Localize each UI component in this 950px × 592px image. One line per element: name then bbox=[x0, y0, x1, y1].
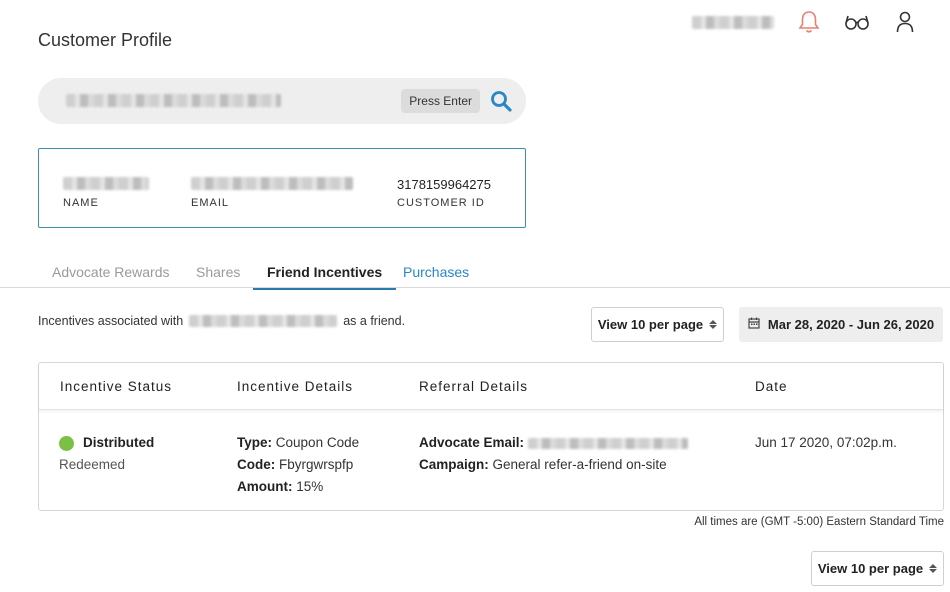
date-range-picker[interactable]: Mar 28, 2020 - Jun 26, 2020 bbox=[739, 307, 943, 342]
customer-id-field: 3178159964275 CUSTOMER ID bbox=[397, 177, 491, 209]
advocate-email-label: Advocate Email: bbox=[419, 435, 525, 450]
date-cell: Jun 17 2020, 07:02p.m. bbox=[755, 435, 897, 450]
incentives-table: Incentive Status Incentive Details Refer… bbox=[38, 362, 944, 511]
tab-friend-incentives[interactable]: Friend Incentives bbox=[253, 264, 397, 290]
timezone-note: All times are (GMT -5:00) Eastern Standa… bbox=[694, 516, 944, 528]
incentive-details-cell: Type: Coupon Code Code: Fbyrgwrspfp Amou… bbox=[237, 432, 359, 498]
friend-email-redacted bbox=[189, 315, 338, 327]
customer-profile-card: NAME EMAIL 3178159964275 CUSTOMER ID bbox=[38, 148, 526, 228]
status-cell: Distributed Redeemed bbox=[59, 432, 154, 476]
sort-arrows-icon bbox=[709, 320, 718, 329]
amount-value: 15% bbox=[296, 479, 324, 494]
header-incentive-status: Incentive Status bbox=[60, 379, 173, 394]
incentives-description: Incentives associated with as a friend. bbox=[38, 314, 405, 328]
per-page-label-bottom: View 10 per page bbox=[817, 561, 924, 576]
status-dot-icon bbox=[59, 435, 74, 451]
advocate-email-redacted bbox=[528, 437, 689, 449]
name-field: NAME bbox=[63, 177, 149, 209]
glasses-icon[interactable] bbox=[844, 9, 870, 35]
bell-icon[interactable] bbox=[796, 9, 822, 35]
customer-id-label: CUSTOMER ID bbox=[397, 197, 485, 209]
top-bar bbox=[692, 8, 918, 36]
header-referral-details: Referral Details bbox=[419, 379, 529, 394]
per-page-label: View 10 per page bbox=[597, 317, 704, 332]
search-icon[interactable] bbox=[490, 90, 512, 112]
code-label: Code: bbox=[237, 457, 276, 472]
incentives-prefix: Incentives associated with bbox=[38, 314, 184, 328]
sub-status-value: Redeemed bbox=[59, 457, 126, 472]
name-label: NAME bbox=[63, 197, 99, 209]
page-title: Customer Profile bbox=[38, 30, 173, 50]
per-page-select-bottom[interactable]: View 10 per page bbox=[811, 551, 944, 586]
profile-tabs: Advocate Rewards Shares Friend Incentive… bbox=[0, 258, 950, 290]
table-header: Incentive Status Incentive Details Refer… bbox=[39, 363, 943, 410]
type-value: Coupon Code bbox=[275, 435, 360, 450]
type-label: Type: bbox=[237, 435, 273, 450]
campaign-label: Campaign: bbox=[419, 457, 489, 472]
customer-search-bar: Press Enter bbox=[38, 78, 526, 124]
date-range-value: Mar 28, 2020 - Jun 26, 2020 bbox=[767, 317, 935, 332]
referral-details-cell: Advocate Email: Campaign: General refer-… bbox=[419, 432, 689, 476]
email-value-redacted bbox=[191, 177, 353, 190]
email-field: EMAIL bbox=[191, 177, 353, 209]
sort-arrows-icon bbox=[929, 564, 938, 573]
code-value: Fbyrgwrspfp bbox=[279, 457, 354, 472]
name-value-redacted bbox=[63, 177, 149, 190]
tab-advocate-rewards[interactable]: Advocate Rewards bbox=[52, 264, 170, 288]
header-incentive-details: Incentive Details bbox=[237, 379, 354, 394]
status-value: Distributed bbox=[83, 435, 155, 450]
per-page-select-top[interactable]: View 10 per page bbox=[591, 307, 724, 342]
table-row: Distributed Redeemed Type: Coupon Code C… bbox=[39, 410, 943, 510]
amount-label: Amount: bbox=[237, 479, 293, 494]
customer-id-value: 3178159964275 bbox=[397, 177, 491, 192]
tab-purchases[interactable]: Purchases bbox=[403, 264, 469, 288]
header-date: Date bbox=[755, 379, 788, 394]
press-enter-hint: Press Enter bbox=[401, 89, 480, 113]
search-value-redacted bbox=[66, 94, 281, 107]
calendar-icon bbox=[748, 317, 760, 332]
user-icon[interactable] bbox=[892, 9, 918, 35]
user-name-redacted bbox=[692, 15, 774, 29]
campaign-value: General refer-a-friend on-site bbox=[492, 457, 667, 472]
tab-shares[interactable]: Shares bbox=[196, 264, 240, 288]
email-label: EMAIL bbox=[191, 197, 230, 209]
incentives-suffix: as a friend. bbox=[343, 314, 406, 328]
